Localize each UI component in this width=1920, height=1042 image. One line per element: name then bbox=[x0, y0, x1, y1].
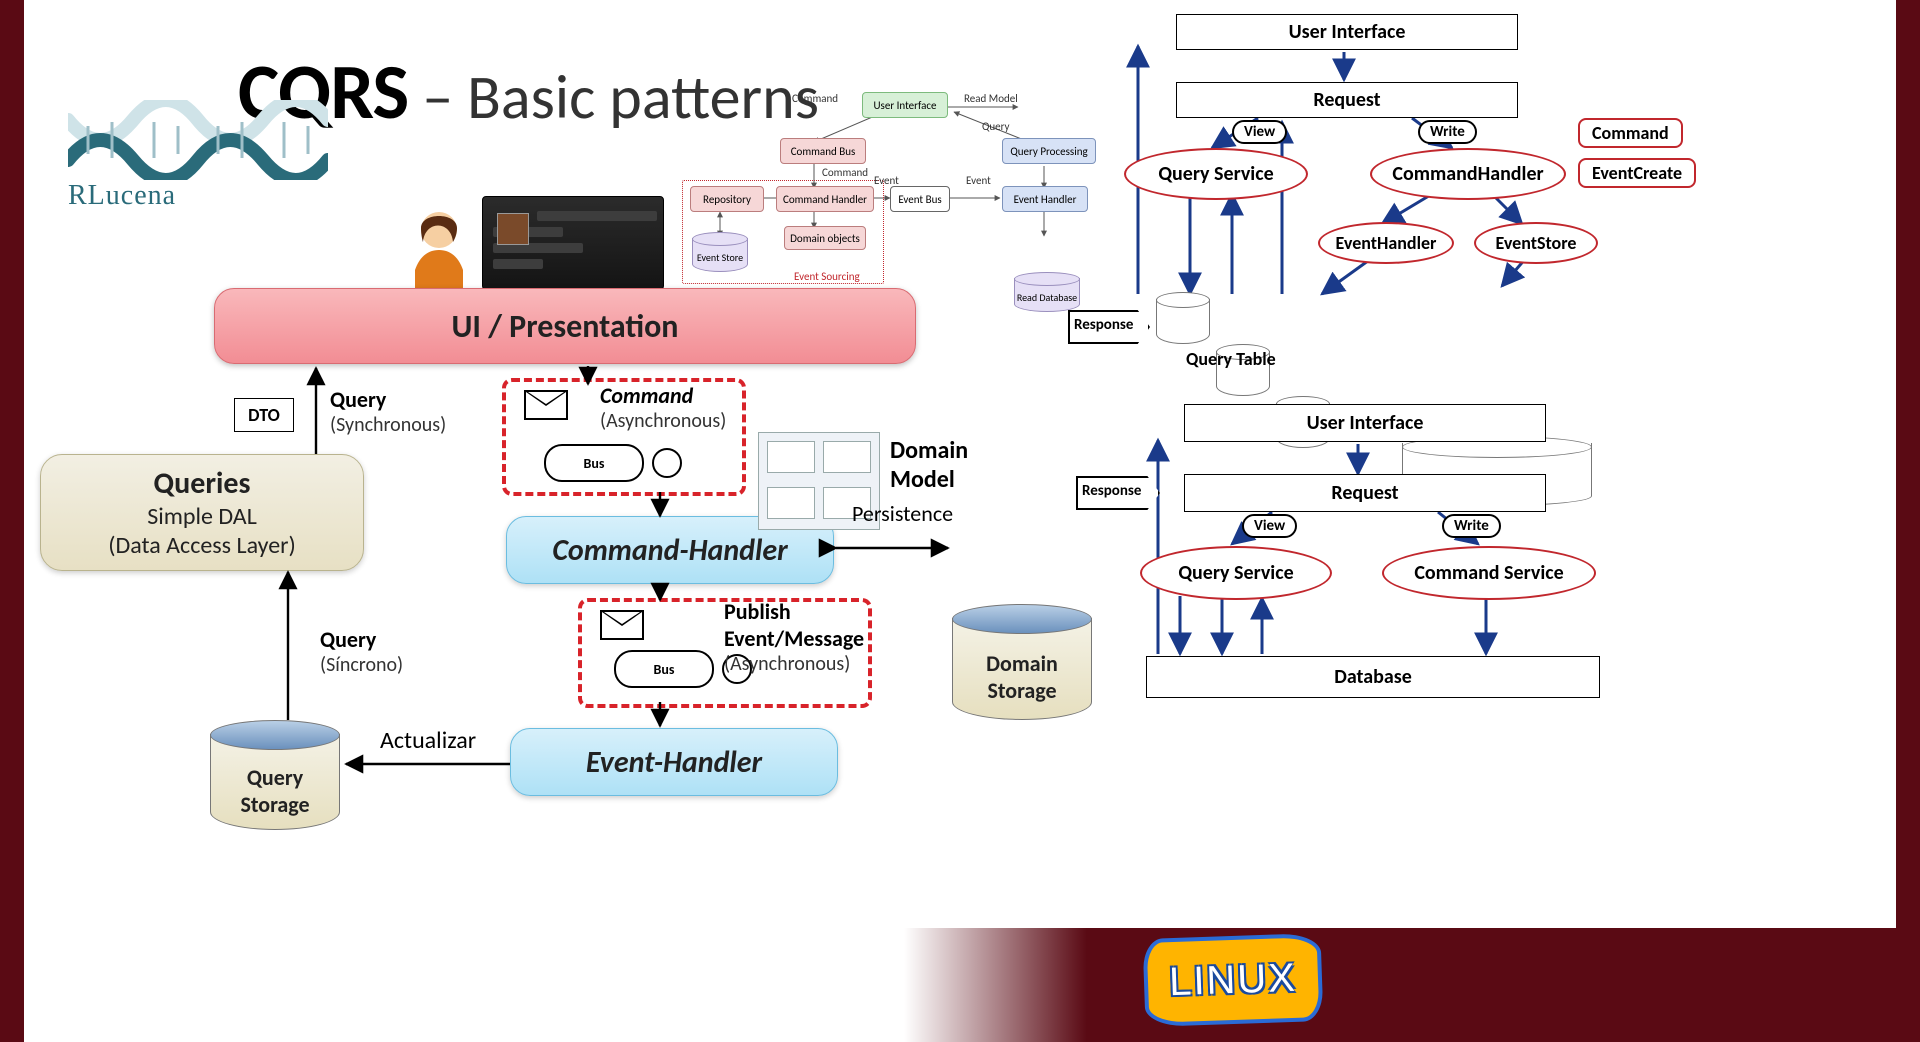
r2-database: Database bbox=[1146, 656, 1600, 698]
app-screenshot-thumb bbox=[482, 196, 664, 290]
r1-event-store-oval: EventStore bbox=[1474, 222, 1598, 264]
mini-command-label: Command bbox=[822, 166, 868, 179]
envelope-icon-2 bbox=[600, 610, 644, 640]
r2-query-service: Query Service bbox=[1140, 546, 1332, 600]
persistence-label: Persistence bbox=[852, 500, 953, 527]
query-sync-label: Query (Synchronous) bbox=[330, 386, 446, 437]
domain-storage-cylinder: Domain Storage bbox=[952, 604, 1092, 720]
mini-es-group bbox=[682, 180, 884, 284]
query-sincrono-label: Query (Síncrono) bbox=[320, 626, 403, 677]
dto-box: DTO bbox=[234, 398, 294, 432]
queries-box: Queries Simple DAL (Data Access Layer) bbox=[40, 454, 364, 571]
r2-view-badge: View bbox=[1242, 514, 1297, 538]
actualizar-label: Actualizar bbox=[380, 726, 476, 755]
r1-response: Response bbox=[1068, 310, 1146, 340]
r1-eventcreate-tag: EventCreate bbox=[1578, 158, 1696, 188]
r1-request: Request bbox=[1176, 82, 1518, 118]
mini-event-sourcing-diagram: User Interface Command Bus Command Repos… bbox=[684, 86, 1116, 296]
r1-query-table-label: Query Table bbox=[1186, 348, 1276, 370]
dna-icon bbox=[68, 100, 328, 180]
r1-command-tag: Command bbox=[1578, 118, 1683, 148]
event-handler-box: Event-Handler bbox=[510, 728, 838, 796]
mini-ui-box: User Interface bbox=[862, 92, 948, 118]
slide: CQRS – Basic patterns RLucena bbox=[24, 0, 1896, 1042]
domain-model-label: Domain Model bbox=[890, 436, 968, 494]
r1-event-handler: EventHandler bbox=[1318, 222, 1454, 264]
envelope-icon bbox=[524, 390, 568, 420]
command-label: Command (Asynchronous) bbox=[600, 382, 726, 433]
linux-badge: LINUX bbox=[1143, 933, 1324, 1027]
r1-write-badge: Write bbox=[1418, 120, 1477, 144]
r1-qt-cyl-1 bbox=[1156, 292, 1210, 344]
mini-event-handler: Event Handler bbox=[1002, 186, 1088, 212]
mini-command-bus: Command Bus bbox=[780, 138, 866, 164]
publish-label: Publish Event/Message (Asynchronous) bbox=[724, 598, 864, 676]
r2-user-interface: User Interface bbox=[1184, 404, 1546, 442]
footer-strip bbox=[904, 928, 1920, 1042]
mini-event-sourcing-label: Event Sourcing bbox=[794, 270, 860, 283]
query-storage-cylinder: Query Storage bbox=[210, 720, 340, 830]
logo-text: RLucena bbox=[68, 180, 328, 212]
r1-view-badge: View bbox=[1232, 120, 1287, 144]
rlucena-logo: RLucena bbox=[68, 100, 328, 210]
ui-presentation-box: UI / Presentation bbox=[214, 288, 916, 364]
r1-command-handler: CommandHandler bbox=[1370, 148, 1566, 200]
r2-write-badge: Write bbox=[1442, 514, 1501, 538]
right-diagram-2: User Interface Request View Write Query … bbox=[1082, 394, 1612, 734]
r1-user-interface: User Interface bbox=[1176, 14, 1518, 50]
mini-event-bus: Event Bus bbox=[890, 186, 950, 212]
r1-query-service: Query Service bbox=[1124, 148, 1308, 200]
mini-read-db-cyl: Read Database bbox=[1014, 272, 1080, 312]
r2-command-service: Command Service bbox=[1382, 546, 1596, 600]
bus-pill: Bus bbox=[544, 444, 682, 482]
right-diagram-1: User Interface Request View Write Query … bbox=[1082, 8, 1612, 376]
r2-request: Request bbox=[1184, 474, 1546, 512]
user-avatar-icon bbox=[404, 198, 474, 288]
r2-response: Response bbox=[1076, 476, 1156, 506]
